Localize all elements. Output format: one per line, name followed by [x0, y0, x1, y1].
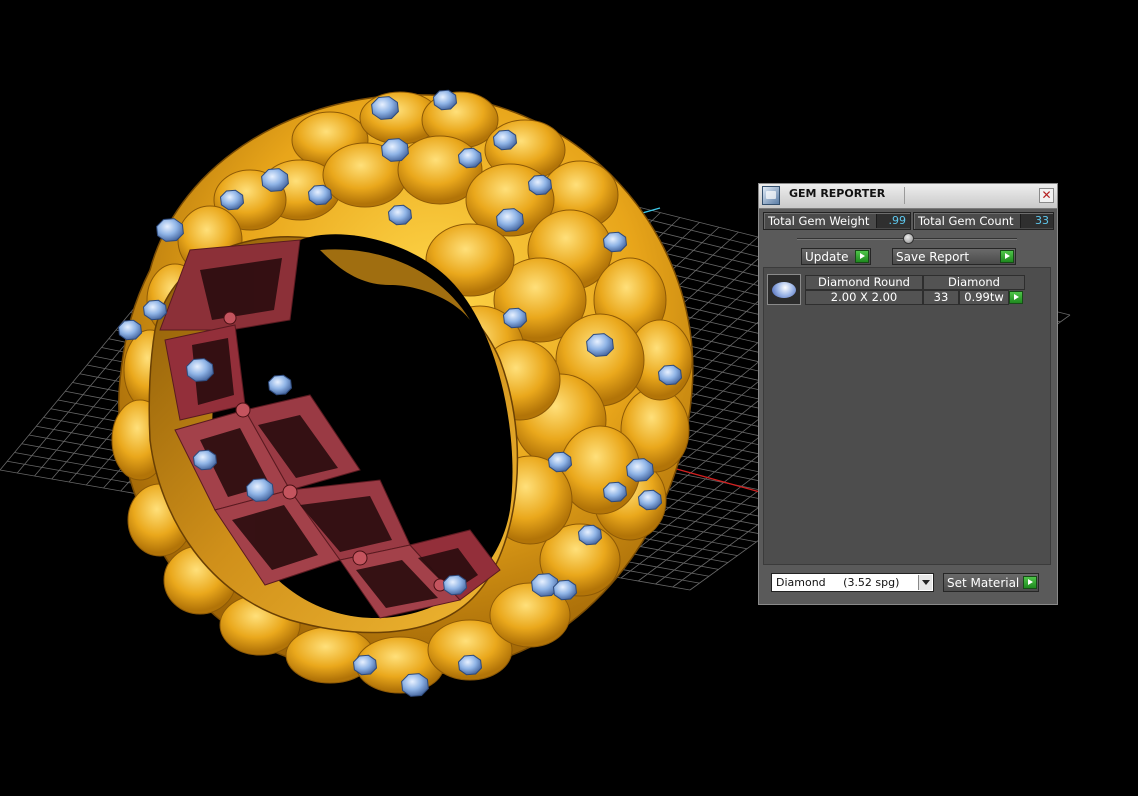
material-select[interactable]: Diamond (3.52 spg): [771, 573, 934, 592]
divider-knob-icon[interactable]: [903, 233, 914, 244]
window-title: GEM REPORTER: [789, 187, 886, 200]
go-arrow-icon: [1023, 576, 1037, 589]
gem-stone: [117, 319, 143, 341]
total-gem-count-box: Total Gem Count 33: [913, 212, 1054, 230]
total-gem-weight-value: .99: [876, 214, 910, 228]
gem-list[interactable]: Diamond Round Diamond 2.00 X 2.00 33 0.9…: [763, 267, 1051, 565]
go-arrow-icon: [1000, 250, 1014, 263]
gem-stone: [552, 579, 578, 601]
gem-reporter-panel: GEM REPORTER ✕ Total Gem Weight .99 Tota…: [758, 183, 1058, 605]
dropdown-arrow-icon[interactable]: [918, 575, 932, 590]
material-select-value: Diamond (3.52 spg): [776, 576, 900, 589]
gem-size: 2.00 X 2.00: [805, 290, 923, 305]
gem-stone: [371, 96, 399, 120]
gem-stone: [457, 654, 483, 676]
go-arrow-icon[interactable]: [1009, 291, 1023, 304]
gem-stone: [261, 168, 289, 192]
total-gem-weight-label: Total Gem Weight: [768, 214, 870, 228]
gem-stone: [496, 208, 524, 232]
close-icon[interactable]: ✕: [1039, 188, 1054, 203]
gem-stone: [442, 574, 468, 596]
gem-stone: [432, 89, 458, 111]
title-bar[interactable]: GEM REPORTER ✕: [759, 184, 1057, 209]
gem-stone: [186, 358, 214, 382]
gem-stone: [586, 333, 614, 357]
total-gem-weight-box: Total Gem Weight .99: [763, 212, 911, 230]
gem-stone: [381, 138, 409, 162]
gem-stone: [156, 218, 184, 242]
total-gem-count-value: 33: [1020, 214, 1053, 228]
gem-stone: [492, 129, 518, 151]
save-report-button[interactable]: Save Report: [892, 248, 1016, 265]
gem-stone: [457, 147, 483, 169]
gem-thumbnail-icon: [767, 274, 801, 305]
gem-stone: [142, 299, 168, 321]
gem-stone: [602, 481, 628, 503]
set-material-button-label: Set Material: [947, 576, 1020, 590]
gem-stone: [387, 204, 413, 226]
gem-reporter-app-icon: [762, 186, 780, 205]
gem-weight: 0.99tw: [959, 290, 1009, 305]
gem-stone: [401, 673, 429, 697]
gem-stone: [352, 654, 378, 676]
update-button[interactable]: Update: [801, 248, 871, 265]
gem-stone: [577, 524, 603, 546]
save-report-button-label: Save Report: [896, 250, 970, 264]
gem-stone: [246, 478, 274, 502]
gem-stone: [267, 374, 293, 396]
gem-stone: [502, 307, 528, 329]
gem-stone: [547, 451, 573, 473]
gem-stone: [637, 489, 663, 511]
total-gem-count-label: Total Gem Count: [918, 214, 1014, 228]
gem-stone: [527, 174, 553, 196]
gem-stone: [219, 189, 245, 211]
gem-stone: [626, 458, 654, 482]
go-arrow-icon: [855, 250, 869, 263]
gem-shape: Diamond Round: [805, 275, 923, 290]
set-material-button[interactable]: Set Material: [943, 573, 1039, 592]
ring-model[interactable]: [111, 89, 694, 697]
gem-count: 33: [923, 290, 959, 305]
gem-stone: [602, 231, 628, 253]
gem-stone: [307, 184, 333, 206]
title-separator: [904, 187, 905, 204]
gem-material: Diamond: [923, 275, 1025, 290]
gem-stone: [192, 449, 218, 471]
update-button-label: Update: [805, 250, 849, 264]
gem-stone: [657, 364, 683, 386]
